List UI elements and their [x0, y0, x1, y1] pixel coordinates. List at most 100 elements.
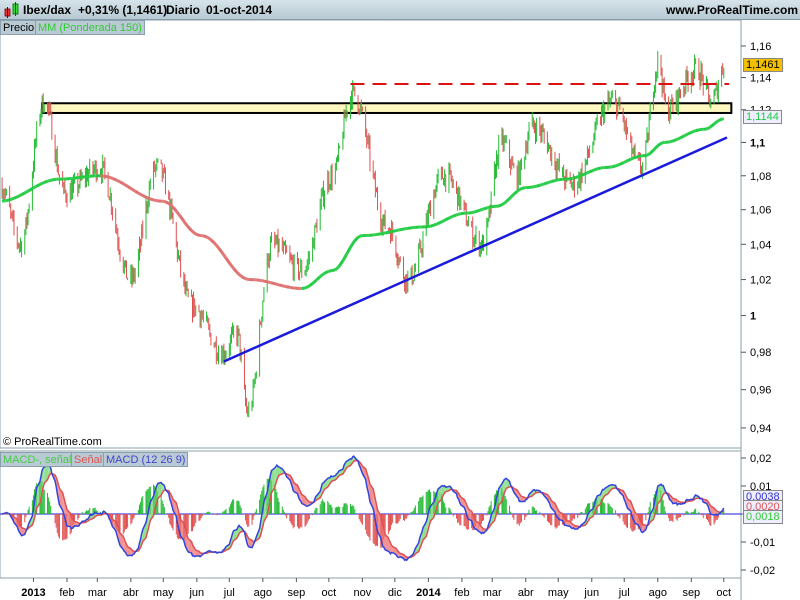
date-tick-label: abr [123, 587, 139, 599]
moving-average-segment [502, 202, 505, 206]
moving-average-segment [168, 203, 172, 207]
moving-average-segment [715, 120, 719, 124]
moving-average-segment [709, 122, 715, 128]
moving-average-segment [501, 202, 504, 207]
moving-average-segment [685, 133, 688, 137]
moving-average-segment [19, 193, 23, 197]
moving-average-segment [647, 152, 650, 157]
date-tick-label: mar [88, 587, 107, 599]
moving-average-segment [708, 125, 712, 129]
date-tick-label: jun [188, 587, 204, 599]
moving-average-segment [20, 191, 26, 197]
moving-average-segment [399, 227, 404, 232]
moving-average-segment [334, 267, 338, 271]
moving-average-segment [123, 183, 127, 187]
price-tick-label: 1,02 [750, 275, 771, 287]
moving-average-segment [118, 179, 121, 184]
date-tick-label: 2014 [416, 587, 441, 599]
moving-average-segment [214, 242, 218, 247]
legend-macd[interactable]: MACD (12 26 9) [103, 452, 189, 467]
moving-average-segment [649, 149, 655, 155]
moving-average-segment [596, 166, 601, 171]
moving-average-segment [13, 195, 18, 200]
moving-average-segment [695, 128, 700, 133]
moving-average-segment [312, 280, 316, 284]
price-tick-label: 1 [750, 311, 756, 323]
moving-average-segment [167, 202, 171, 206]
moving-average-segment [521, 186, 526, 191]
moving-average-segment [509, 195, 513, 199]
moving-average-segment [498, 203, 503, 208]
moving-average-segment [341, 258, 346, 262]
moving-average-segment [314, 278, 318, 282]
moving-average-segment [319, 274, 323, 278]
moving-average-segment [27, 189, 30, 193]
date-tick-label: nov [354, 587, 372, 599]
moving-average-segment [677, 136, 681, 141]
moving-average-segment [43, 179, 49, 184]
moving-average-segment [452, 213, 458, 218]
moving-average-segment [611, 164, 616, 169]
moving-average-segment [133, 189, 136, 193]
price-tick-label: 0,94 [750, 423, 771, 435]
moving-average-segment [142, 194, 147, 199]
price-tick-label: 0,96 [750, 385, 771, 397]
moving-average-segment [516, 189, 520, 193]
moving-average-segment [683, 134, 686, 138]
moving-average-segment [440, 220, 444, 224]
moving-average-segment [206, 236, 210, 240]
hist-badge: 0,0018 [743, 510, 783, 524]
chart-area[interactable]: 1,161,141,121,11,081,061,041,0210,980,96… [0, 0, 800, 600]
moving-average-segment [125, 184, 129, 188]
date-tick-label: 2013 [21, 587, 45, 599]
moving-average-segment [171, 206, 178, 213]
moving-average-segment [442, 218, 446, 223]
moving-average-segment [139, 193, 143, 197]
moving-average-segment [655, 144, 659, 148]
moving-average-segment [184, 223, 189, 227]
moving-average-segment [445, 216, 450, 222]
moving-average-segment [511, 193, 515, 197]
moving-average-segment [209, 238, 216, 244]
moving-average-segment [216, 245, 220, 249]
moving-average-segment [443, 218, 447, 222]
moving-average-segment [551, 179, 556, 183]
moving-average-segment [335, 266, 339, 271]
moving-average-segment [331, 268, 336, 273]
moving-average-segment [313, 279, 317, 283]
legend-ma[interactable]: MM (Ponderada 150) [35, 20, 145, 35]
moving-average-segment [164, 200, 170, 205]
moving-average-segment [623, 160, 626, 164]
moving-average-segment [349, 244, 353, 249]
moving-average-segment [240, 274, 246, 280]
moving-average-segment [679, 134, 685, 140]
date-tick-label: ago [649, 587, 667, 599]
moving-average-segment [169, 204, 173, 208]
moving-average-segment [116, 178, 119, 183]
moving-average-segment [6, 198, 11, 202]
date-tick-label: jul [618, 587, 630, 599]
moving-average-segment [39, 182, 42, 186]
moving-average-segment [183, 221, 188, 226]
moving-average-segment [336, 265, 340, 270]
moving-average-segment [519, 187, 523, 191]
legend-price[interactable]: Precio [0, 20, 38, 35]
date-tick-label: dic [388, 587, 403, 599]
moving-average-segment [342, 256, 347, 260]
moving-average-segment [672, 138, 677, 143]
legend-signal[interactable]: Señal [71, 452, 106, 467]
moving-average-segment [475, 209, 480, 213]
date-tick-label: sep [682, 587, 700, 599]
moving-average-segment [351, 241, 355, 245]
date-tick-label: mar [483, 587, 502, 599]
moving-average-segment [26, 189, 29, 193]
moving-average-segment [24, 191, 27, 195]
date-tick-label: oct [322, 587, 337, 599]
moving-average-segment [441, 219, 445, 223]
legend-macd-hist[interactable]: MACD-, señal [0, 452, 75, 467]
moving-average-segment [185, 224, 190, 228]
support-zone [41, 102, 733, 114]
moving-average-segment [449, 215, 452, 219]
moving-average-segment [140, 193, 144, 197]
date-tick-label: oct [716, 587, 731, 599]
